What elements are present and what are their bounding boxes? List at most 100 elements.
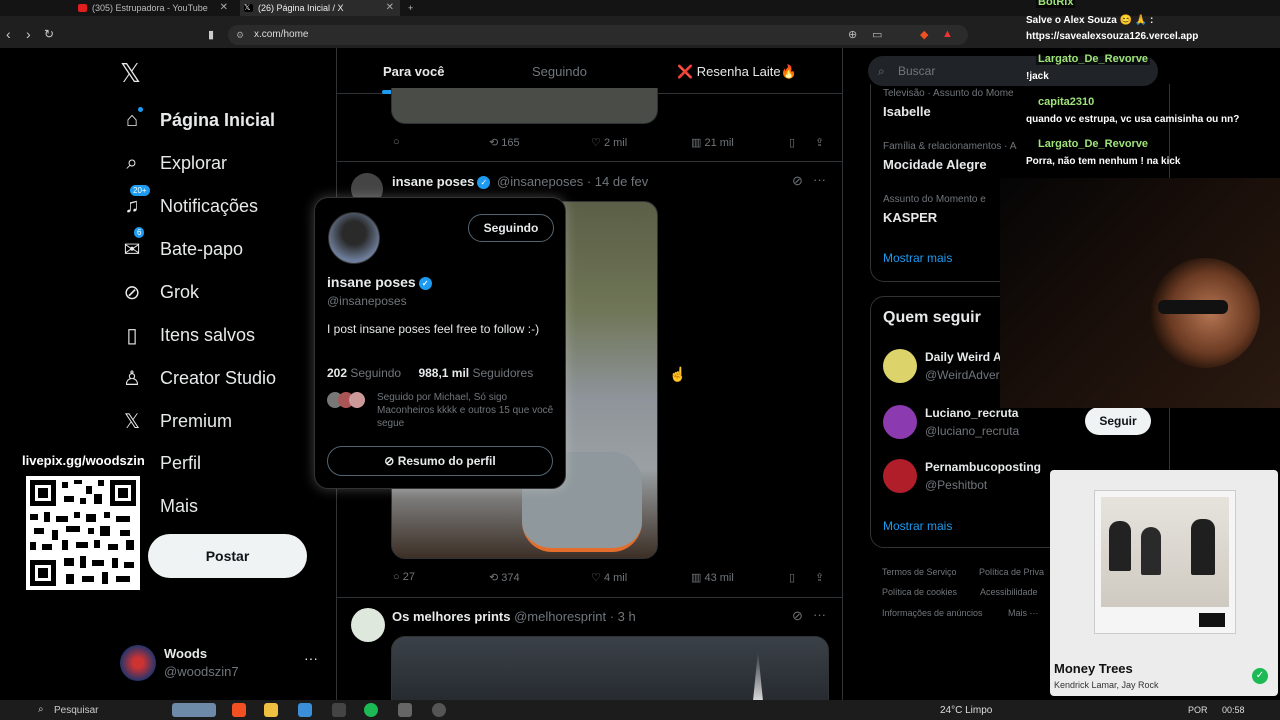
followed-by-text[interactable]: Seguido por Michael, Só sigo Maconheiros… bbox=[377, 391, 557, 430]
widget-icon[interactable] bbox=[172, 703, 216, 717]
nav-premium[interactable]: 𝕏 Premium bbox=[120, 401, 232, 441]
repost-button[interactable]: ⟲ 374 bbox=[489, 571, 520, 584]
nav-creator-studio[interactable]: ♙ Creator Studio bbox=[120, 358, 276, 398]
tab-community-list[interactable]: ❌ Resenha Laite🔥 bbox=[677, 64, 797, 80]
show-more-follow-link[interactable]: Mostrar mais bbox=[883, 519, 952, 533]
app-icon[interactable] bbox=[298, 703, 312, 717]
share-icon[interactable]: ⇪ bbox=[815, 136, 824, 149]
chat-message: Salve o Alex Souza 😊 🙏 : https://saveale… bbox=[1026, 15, 1199, 42]
post-date[interactable]: 3 h bbox=[618, 609, 636, 624]
more-options-icon[interactable]: ··· bbox=[813, 607, 826, 622]
footer-link[interactable]: Mais ··· bbox=[1008, 608, 1039, 618]
nav-bookmarks[interactable]: ▯ Itens salvos bbox=[120, 315, 255, 355]
footer-link[interactable]: Política de Priva bbox=[979, 567, 1049, 577]
account-menu-icon[interactable]: ··· bbox=[304, 650, 318, 666]
footer-link[interactable]: Acessibilidade bbox=[980, 587, 1038, 597]
post-image[interactable] bbox=[391, 636, 829, 700]
light-flare bbox=[752, 651, 764, 700]
tab-following[interactable]: Seguindo bbox=[532, 64, 587, 79]
nav-grok[interactable]: ⊘ Grok bbox=[120, 272, 199, 312]
avatar[interactable] bbox=[883, 349, 917, 383]
show-more-trends-link[interactable]: Mostrar mais bbox=[883, 251, 952, 265]
brave-shield-icon[interactable]: ◆ bbox=[920, 28, 928, 41]
back-icon[interactable]: ‹ bbox=[6, 26, 11, 42]
suggested-user-name[interactable]: Daily Weird A bbox=[925, 350, 1001, 364]
suggested-user-name[interactable]: Pernambucoposting bbox=[925, 460, 1041, 474]
suggested-user-handle[interactable]: @Peshitbot bbox=[925, 478, 987, 492]
trend-item[interactable]: Mocidade Alegre bbox=[883, 157, 987, 172]
post-avatar[interactable] bbox=[351, 608, 385, 642]
grok-icon[interactable]: ⊘ bbox=[792, 608, 803, 624]
tab-youtube[interactable]: (305) Estrupadora - YouTube ✕ bbox=[74, 0, 234, 16]
forward-icon[interactable]: › bbox=[26, 26, 31, 42]
post-button[interactable]: Postar bbox=[148, 534, 307, 578]
close-tab-icon[interactable]: ✕ bbox=[220, 0, 228, 16]
nav-notifications[interactable]: ♫ 20+ Notificações bbox=[120, 184, 258, 226]
post-author-name[interactable]: insane poses bbox=[392, 174, 474, 189]
views-button[interactable]: ▥ 43 mil bbox=[691, 571, 734, 584]
new-tab-button[interactable]: + bbox=[404, 0, 424, 16]
reply-icon[interactable]: ○ bbox=[393, 136, 400, 148]
app-icon[interactable] bbox=[332, 703, 346, 717]
language[interactable]: POR bbox=[1188, 705, 1208, 715]
repost-button[interactable]: ⟲ 165 bbox=[489, 136, 520, 149]
nav-chat[interactable]: ✉ 6 Bate-papo bbox=[120, 226, 243, 269]
spotify-icon[interactable] bbox=[364, 703, 378, 717]
views-button[interactable]: ▥ 21 mil bbox=[691, 136, 734, 149]
following-count[interactable]: 202 bbox=[327, 366, 347, 380]
post-author-handle[interactable]: @insaneposes bbox=[497, 174, 583, 189]
rewards-icon[interactable]: ▲ bbox=[942, 28, 953, 40]
folder-icon[interactable] bbox=[264, 703, 278, 717]
cast-icon[interactable]: ▭ bbox=[872, 28, 882, 41]
like-button[interactable]: ♡ 4 mil bbox=[591, 571, 627, 584]
avatar[interactable] bbox=[883, 459, 917, 493]
followed-by-avatars bbox=[327, 392, 371, 408]
post-date[interactable]: 14 de fev bbox=[595, 174, 649, 189]
clock[interactable]: 00:58 bbox=[1222, 705, 1245, 715]
post-author-name[interactable]: Os melhores prints bbox=[392, 609, 510, 624]
app-icon[interactable] bbox=[398, 703, 412, 717]
zoom-icon[interactable]: ⊕ bbox=[848, 28, 857, 41]
weather[interactable]: 24°C Limpo bbox=[940, 705, 992, 716]
avatar[interactable] bbox=[120, 645, 156, 681]
hovercard-name[interactable]: insane poses ✓ bbox=[327, 274, 435, 290]
trend-category: Família & relacionamentos · Assunto do M… bbox=[883, 141, 1017, 152]
share-icon[interactable]: ⇪ bbox=[815, 571, 824, 584]
more-options-icon[interactable]: ··· bbox=[813, 172, 826, 187]
suggested-user-handle[interactable]: @luciano_recruta bbox=[925, 424, 1019, 438]
nav-home[interactable]: ⌂ Página Inicial bbox=[120, 100, 275, 140]
close-tab-icon[interactable]: ✕ bbox=[386, 0, 394, 16]
footer-link[interactable]: Política de cookies bbox=[882, 587, 957, 597]
profile-summary-button[interactable]: ⊘ Resumo do perfil bbox=[327, 446, 553, 476]
hovercard-avatar[interactable] bbox=[328, 212, 380, 264]
trend-item[interactable]: Isabelle bbox=[883, 104, 931, 119]
post-author-handle[interactable]: @melhoresprint bbox=[514, 609, 606, 624]
reply-button[interactable]: ○ 27 bbox=[393, 571, 415, 583]
follow-button[interactable]: Seguir bbox=[1085, 407, 1151, 435]
footer-link[interactable]: Termos de Serviço bbox=[882, 567, 957, 577]
bookmark-icon[interactable]: ▯ bbox=[789, 571, 795, 584]
suggested-user-name[interactable]: Luciano_recruta bbox=[925, 406, 1018, 420]
avatar[interactable] bbox=[883, 405, 917, 439]
brave-icon[interactable] bbox=[232, 703, 246, 717]
tab-x-home[interactable]: 𝕏 (26) Página Inicial / X ✕ bbox=[240, 0, 400, 16]
app-icon[interactable] bbox=[432, 703, 446, 717]
taskbar-search[interactable]: Pesquisar bbox=[54, 705, 98, 716]
site-info-icon[interactable]: ⚙ bbox=[236, 25, 244, 45]
followers-count[interactable]: 988,1 mil bbox=[418, 366, 469, 380]
hovercard-handle[interactable]: @insaneposes bbox=[327, 294, 407, 308]
like-button[interactable]: ♡ 2 mil bbox=[591, 136, 627, 149]
bookmark-page-icon[interactable]: ▮ bbox=[208, 28, 214, 41]
reload-icon[interactable]: ↻ bbox=[44, 27, 54, 41]
following-button[interactable]: Seguindo bbox=[468, 214, 554, 242]
youtube-icon bbox=[78, 4, 87, 12]
post-media[interactable] bbox=[391, 88, 658, 124]
suggested-user-handle[interactable]: @WeirdAdver bbox=[925, 368, 1001, 382]
nav-explore[interactable]: ⌕ Explorar bbox=[120, 143, 227, 183]
grok-icon[interactable]: ⊘ bbox=[792, 173, 803, 189]
footer-link[interactable]: Informações de anúncios bbox=[882, 608, 983, 618]
tab-for-you[interactable]: Para você bbox=[383, 64, 444, 79]
bookmark-icon[interactable]: ▯ bbox=[789, 136, 795, 149]
trend-item[interactable]: KASPER bbox=[883, 210, 937, 225]
x-logo-icon[interactable]: 𝕏 bbox=[120, 58, 141, 89]
